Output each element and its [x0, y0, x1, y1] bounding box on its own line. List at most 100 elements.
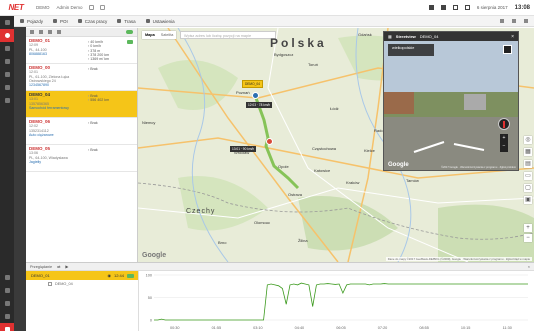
- rail-routes[interactable]: [0, 42, 14, 55]
- sort-icon[interactable]: [39, 30, 43, 34]
- map-label-ostrava: Ostrava: [288, 192, 303, 197]
- more-icon[interactable]: [524, 19, 528, 23]
- pin-icon: [53, 19, 58, 23]
- phone-icon[interactable]: [512, 19, 516, 23]
- car-marker-tag: 12:03 · 78 km/h: [246, 102, 273, 108]
- rail-menu[interactable]: [0, 16, 14, 29]
- nav-label: Ustawienia: [152, 18, 175, 24]
- x-tick-label: 06:05: [336, 326, 346, 330]
- streetview-panel[interactable]: ▦ Streetview DEMO_04 × wielkopolskie + − …: [383, 31, 519, 171]
- car-marker-icon[interactable]: [252, 92, 259, 99]
- map-label-opole: Opole: [278, 164, 289, 169]
- vehicle-type[interactable]: Samochód ferramentowy: [29, 106, 134, 110]
- flag-icon[interactable]: [428, 5, 434, 10]
- vehicle-item-demo06[interactable]: DEMO_06 12:02 1352314112 Auto ciężarowe …: [26, 118, 137, 145]
- dot-icon[interactable]: [500, 19, 504, 23]
- search-icon[interactable]: [48, 30, 52, 34]
- nav-settings[interactable]: Ustawienia: [145, 18, 175, 24]
- traffic-icon[interactable]: ▤: [524, 160, 532, 168]
- rail-settings[interactable]: [0, 284, 14, 297]
- vehicle-item-demo01[interactable]: DEMO_01 12:09 PL, 44-100 806888163 40 km…: [26, 37, 137, 64]
- stat: Brak: [88, 121, 97, 125]
- bottom-panel: Przeglądanie ⇄ ▶ × DEMO_01 ◉ 12:44 DEMO_…: [26, 262, 534, 331]
- nav-worktime[interactable]: Czas pracy: [77, 19, 107, 24]
- streetview-attribution[interactable]: ©2017 Google · Warunki korzystania z pro…: [441, 166, 516, 169]
- rail-share[interactable]: [0, 271, 14, 284]
- streetview-zoom[interactable]: + −: [500, 134, 508, 152]
- nav-label: Pojazdy: [27, 18, 44, 24]
- x-tick-label: 10:15: [461, 326, 471, 330]
- toggle-switch[interactable]: [127, 273, 134, 278]
- rail-reports[interactable]: [0, 68, 14, 81]
- map-search-input[interactable]: Wpisz adres lub liczbę pozycji na mapie: [180, 31, 276, 39]
- checkbox[interactable]: [48, 282, 52, 286]
- map-label-olomouc: Olomouc: [254, 220, 271, 225]
- vehicle-stats: Brak: [88, 121, 97, 125]
- rail-logout[interactable]: [0, 323, 14, 331]
- close-icon[interactable]: ×: [511, 34, 514, 40]
- user-info[interactable]: DEMO Admin Demo: [36, 5, 83, 10]
- help-icon: [4, 314, 10, 319]
- vehicle-phone[interactable]: Jagiełły: [29, 160, 134, 164]
- grid-icon[interactable]: [88, 5, 94, 10]
- vehicle-type[interactable]: Auto ciężarowe: [29, 133, 134, 137]
- bottom-title: Przeglądanie: [30, 264, 53, 269]
- gear-icon: [4, 288, 10, 293]
- nav-vehicles[interactable]: Pojazdy: [20, 19, 43, 24]
- thumbs-up-icon[interactable]: [440, 5, 446, 10]
- list-icon[interactable]: [99, 5, 105, 10]
- zoom-out-button[interactable]: −: [524, 234, 532, 242]
- speed-chart[interactable]: 100 50 0 00:30 01:55 03:10 04:40 06:05 07:20 08:5…: [140, 271, 534, 331]
- vehicle-item-demo05[interactable]: DEMO_05 13:06 PL, 64-100, Wiadyslawa Jag…: [26, 145, 137, 172]
- vehicle-stats: Brak: [88, 148, 97, 152]
- rail-alerts[interactable]: [0, 81, 14, 94]
- bottom-vehicle-list: DEMO_01 ◉ 12:44 DEMO_04: [26, 271, 139, 331]
- street-view-icon[interactable]: ◎: [524, 136, 532, 144]
- refresh-icon[interactable]: [57, 30, 61, 34]
- left-rail: [0, 16, 14, 331]
- google-logo: Google: [142, 252, 167, 259]
- vehicle-item-demo04[interactable]: DEMO_04 13:01 1357856365 Samochód ferram…: [26, 91, 137, 118]
- rail-chart[interactable]: [0, 297, 14, 310]
- tab-map[interactable]: Mapa: [142, 31, 158, 39]
- menu-icon: [4, 20, 10, 25]
- toggle-switch[interactable]: [126, 30, 133, 34]
- row-name: DEMO_01: [31, 273, 50, 278]
- vehicle-phone[interactable]: 806888163: [29, 52, 134, 56]
- rail-help[interactable]: [0, 310, 14, 323]
- play-icon[interactable]: ▶: [65, 264, 68, 269]
- map-label-lodz: Łódź: [330, 106, 339, 111]
- vehicle-phone[interactable]: 1234567890: [29, 83, 134, 87]
- fullscreen-icon[interactable]: ▢: [524, 184, 532, 192]
- rail-drivers[interactable]: [0, 55, 14, 68]
- vehicle-pin-label[interactable]: DEMO_04: [242, 80, 263, 88]
- sub-rail: [14, 27, 26, 331]
- car-marker-icon[interactable]: [266, 138, 273, 145]
- bottom-row-demo01[interactable]: DEMO_01 ◉ 12:44: [26, 271, 138, 280]
- close-icon[interactable]: ×: [528, 265, 530, 269]
- ruler-icon[interactable]: ▭: [524, 172, 532, 180]
- filter-icon[interactable]: [30, 30, 34, 34]
- share-icon: [4, 275, 10, 280]
- print-icon[interactable]: ▣: [524, 196, 532, 204]
- vehicle-item-demo00[interactable]: DEMO_00 12:01 PL, 61-100, Zielona Łąka O…: [26, 64, 137, 91]
- compass-icon[interactable]: [498, 118, 510, 130]
- calendar-icon[interactable]: [464, 5, 470, 10]
- zoom-in-button[interactable]: +: [524, 224, 532, 232]
- tab-satellite[interactable]: Satelita: [158, 31, 177, 39]
- rail-fuel[interactable]: [0, 94, 14, 107]
- bell-icon: [4, 85, 10, 90]
- rail-vehicles[interactable]: [0, 29, 14, 42]
- arrow-icon[interactable]: ⇄: [57, 264, 60, 269]
- eye-icon[interactable]: ◉: [107, 273, 111, 278]
- speed-chart-svg[interactable]: 100 50 0 00:30 01:55 03:10 04:40 06:05 07:20 08:5…: [140, 271, 534, 331]
- layers-icon[interactable]: ▦: [524, 148, 532, 156]
- nav-route[interactable]: Trasa: [117, 18, 136, 24]
- nav-poi[interactable]: POI: [53, 19, 68, 24]
- fuel-icon: [4, 98, 10, 103]
- nav-label: Trasa: [124, 18, 136, 24]
- map-attribution[interactable]: Dane do mapy ©2017 GeoBasis-DE/BKG (©200…: [385, 257, 532, 261]
- bottom-row-demo04[interactable]: DEMO_04: [26, 280, 138, 288]
- window-icon[interactable]: [452, 5, 458, 10]
- expand-icon[interactable]: [503, 45, 512, 54]
